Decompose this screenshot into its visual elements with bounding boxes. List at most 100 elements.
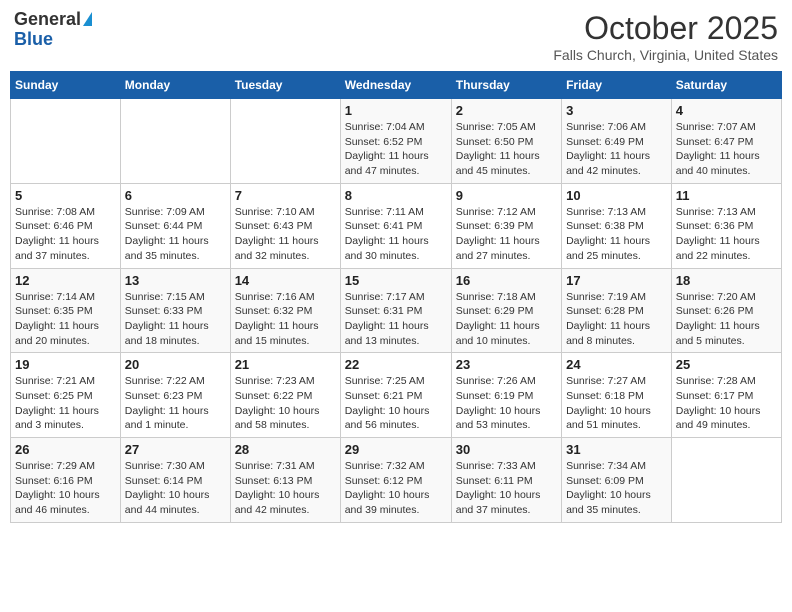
- day-number: 12: [15, 273, 116, 288]
- day-info: Sunrise: 7:34 AM Sunset: 6:09 PM Dayligh…: [566, 459, 667, 518]
- day-info: Sunrise: 7:32 AM Sunset: 6:12 PM Dayligh…: [345, 459, 447, 518]
- day-number: 11: [676, 188, 777, 203]
- page-header: General Blue October 2025 Falls Church, …: [10, 10, 782, 63]
- weekday-header-sunday: Sunday: [11, 72, 121, 99]
- day-number: 27: [125, 442, 226, 457]
- day-info: Sunrise: 7:23 AM Sunset: 6:22 PM Dayligh…: [235, 374, 336, 433]
- day-number: 18: [676, 273, 777, 288]
- day-info: Sunrise: 7:11 AM Sunset: 6:41 PM Dayligh…: [345, 205, 447, 264]
- day-info: Sunrise: 7:27 AM Sunset: 6:18 PM Dayligh…: [566, 374, 667, 433]
- calendar-cell: 19 Sunrise: 7:21 AM Sunset: 6:25 PM Dayli…: [11, 353, 121, 438]
- day-info: Sunrise: 7:04 AM Sunset: 6:52 PM Dayligh…: [345, 120, 447, 179]
- calendar-cell: 27 Sunrise: 7:30 AM Sunset: 6:14 PM Dayli…: [120, 438, 230, 523]
- day-number: 9: [456, 188, 557, 203]
- day-number: 25: [676, 357, 777, 372]
- calendar-cell: 17 Sunrise: 7:19 AM Sunset: 6:28 PM Dayli…: [562, 268, 672, 353]
- week-row-3: 12Sunrise: 7:14 AM Sunset: 6:35 PM Dayli…: [11, 268, 782, 353]
- calendar-cell: 7 Sunrise: 7:10 AM Sunset: 6:43 PM Daylig…: [230, 183, 340, 268]
- day-number: 21: [235, 357, 336, 372]
- calendar-table: SundayMondayTuesdayWednesdayThursdayFrid…: [10, 71, 782, 523]
- calendar-cell: [671, 438, 781, 523]
- day-info: Sunrise: 7:25 AM Sunset: 6:21 PM Dayligh…: [345, 374, 447, 433]
- day-info: Sunrise: 7:28 AM Sunset: 6:17 PM Dayligh…: [676, 374, 777, 433]
- week-row-5: 26Sunrise: 7:29 AM Sunset: 6:16 PM Dayli…: [11, 438, 782, 523]
- calendar-cell: 8 Sunrise: 7:11 AM Sunset: 6:41 PM Daylig…: [340, 183, 451, 268]
- calendar-cell: 13Sunrise: 7:15 AM Sunset: 6:33 PM Dayli…: [120, 268, 230, 353]
- day-info: Sunrise: 7:13 AM Sunset: 6:38 PM Dayligh…: [566, 205, 667, 264]
- day-number: 29: [345, 442, 447, 457]
- calendar-cell: [11, 99, 121, 184]
- calendar-cell: 15Sunrise: 7:17 AM Sunset: 6:31 PM Dayli…: [340, 268, 451, 353]
- calendar-cell: 30Sunrise: 7:33 AM Sunset: 6:11 PM Dayli…: [451, 438, 561, 523]
- calendar-cell: 14 Sunrise: 7:16 AM Sunset: 6:32 PM Dayli…: [230, 268, 340, 353]
- day-number: 8: [345, 188, 447, 203]
- calendar-cell: [120, 99, 230, 184]
- weekday-header-tuesday: Tuesday: [230, 72, 340, 99]
- title-block: October 2025 Falls Church, Virginia, Uni…: [553, 10, 778, 63]
- day-number: 30: [456, 442, 557, 457]
- day-info: Sunrise: 7:12 AM Sunset: 6:39 PM Dayligh…: [456, 205, 557, 264]
- day-number: 10: [566, 188, 667, 203]
- logo-general: General: [14, 10, 81, 30]
- day-number: 7: [235, 188, 336, 203]
- location: Falls Church, Virginia, United States: [553, 47, 778, 63]
- week-row-1: 1 Sunrise: 7:04 AM Sunset: 6:52 PM Daylig…: [11, 99, 782, 184]
- calendar-cell: 23 Sunrise: 7:26 AM Sunset: 6:19 PM Dayli…: [451, 353, 561, 438]
- day-info: Sunrise: 7:18 AM Sunset: 6:29 PM Dayligh…: [456, 290, 557, 349]
- calendar-cell: 9 Sunrise: 7:12 AM Sunset: 6:39 PM Daylig…: [451, 183, 561, 268]
- calendar-cell: 5Sunrise: 7:08 AM Sunset: 6:46 PM Daylig…: [11, 183, 121, 268]
- day-info: Sunrise: 7:06 AM Sunset: 6:49 PM Dayligh…: [566, 120, 667, 179]
- day-info: Sunrise: 7:05 AM Sunset: 6:50 PM Dayligh…: [456, 120, 557, 179]
- calendar-cell: 16 Sunrise: 7:18 AM Sunset: 6:29 PM Dayli…: [451, 268, 561, 353]
- day-info: Sunrise: 7:30 AM Sunset: 6:14 PM Dayligh…: [125, 459, 226, 518]
- day-info: Sunrise: 7:07 AM Sunset: 6:47 PM Dayligh…: [676, 120, 777, 179]
- day-number: 19: [15, 357, 116, 372]
- calendar-cell: 31 Sunrise: 7:34 AM Sunset: 6:09 PM Dayli…: [562, 438, 672, 523]
- day-number: 31: [566, 442, 667, 457]
- calendar-cell: 2Sunrise: 7:05 AM Sunset: 6:50 PM Daylig…: [451, 99, 561, 184]
- calendar-cell: 25 Sunrise: 7:28 AM Sunset: 6:17 PM Dayli…: [671, 353, 781, 438]
- weekday-header-row: SundayMondayTuesdayWednesdayThursdayFrid…: [11, 72, 782, 99]
- calendar-cell: 18 Sunrise: 7:20 AM Sunset: 6:26 PM Dayli…: [671, 268, 781, 353]
- day-info: Sunrise: 7:16 AM Sunset: 6:32 PM Dayligh…: [235, 290, 336, 349]
- day-info: Sunrise: 7:08 AM Sunset: 6:46 PM Dayligh…: [15, 205, 116, 264]
- calendar-cell: 26Sunrise: 7:29 AM Sunset: 6:16 PM Dayli…: [11, 438, 121, 523]
- calendar-cell: 12Sunrise: 7:14 AM Sunset: 6:35 PM Dayli…: [11, 268, 121, 353]
- calendar-body: 1 Sunrise: 7:04 AM Sunset: 6:52 PM Daylig…: [11, 99, 782, 523]
- calendar-cell: 11Sunrise: 7:13 AM Sunset: 6:36 PM Dayli…: [671, 183, 781, 268]
- day-number: 15: [345, 273, 447, 288]
- day-number: 14: [235, 273, 336, 288]
- week-row-2: 5Sunrise: 7:08 AM Sunset: 6:46 PM Daylig…: [11, 183, 782, 268]
- day-info: Sunrise: 7:22 AM Sunset: 6:23 PM Dayligh…: [125, 374, 226, 433]
- weekday-header-thursday: Thursday: [451, 72, 561, 99]
- calendar-cell: 20Sunrise: 7:22 AM Sunset: 6:23 PM Dayli…: [120, 353, 230, 438]
- calendar-cell: 22 Sunrise: 7:25 AM Sunset: 6:21 PM Dayli…: [340, 353, 451, 438]
- day-info: Sunrise: 7:31 AM Sunset: 6:13 PM Dayligh…: [235, 459, 336, 518]
- calendar-cell: 21 Sunrise: 7:23 AM Sunset: 6:22 PM Dayli…: [230, 353, 340, 438]
- day-info: Sunrise: 7:21 AM Sunset: 6:25 PM Dayligh…: [15, 374, 116, 433]
- calendar-cell: 1 Sunrise: 7:04 AM Sunset: 6:52 PM Daylig…: [340, 99, 451, 184]
- calendar-cell: 29 Sunrise: 7:32 AM Sunset: 6:12 PM Dayli…: [340, 438, 451, 523]
- day-number: 23: [456, 357, 557, 372]
- day-info: Sunrise: 7:19 AM Sunset: 6:28 PM Dayligh…: [566, 290, 667, 349]
- day-number: 6: [125, 188, 226, 203]
- day-number: 24: [566, 357, 667, 372]
- day-number: 22: [345, 357, 447, 372]
- day-info: Sunrise: 7:20 AM Sunset: 6:26 PM Dayligh…: [676, 290, 777, 349]
- day-info: Sunrise: 7:10 AM Sunset: 6:43 PM Dayligh…: [235, 205, 336, 264]
- month-title: October 2025: [553, 10, 778, 47]
- day-info: Sunrise: 7:26 AM Sunset: 6:19 PM Dayligh…: [456, 374, 557, 433]
- day-number: 16: [456, 273, 557, 288]
- calendar-cell: 6 Sunrise: 7:09 AM Sunset: 6:44 PM Daylig…: [120, 183, 230, 268]
- calendar-cell: 3Sunrise: 7:06 AM Sunset: 6:49 PM Daylig…: [562, 99, 672, 184]
- weekday-header-friday: Friday: [562, 72, 672, 99]
- day-info: Sunrise: 7:29 AM Sunset: 6:16 PM Dayligh…: [15, 459, 116, 518]
- calendar-cell: 4Sunrise: 7:07 AM Sunset: 6:47 PM Daylig…: [671, 99, 781, 184]
- logo: General Blue: [14, 10, 92, 50]
- calendar-cell: [230, 99, 340, 184]
- day-info: Sunrise: 7:09 AM Sunset: 6:44 PM Dayligh…: [125, 205, 226, 264]
- day-number: 1: [345, 103, 447, 118]
- day-number: 17: [566, 273, 667, 288]
- calendar-cell: 28Sunrise: 7:31 AM Sunset: 6:13 PM Dayli…: [230, 438, 340, 523]
- logo-blue: Blue: [14, 30, 53, 50]
